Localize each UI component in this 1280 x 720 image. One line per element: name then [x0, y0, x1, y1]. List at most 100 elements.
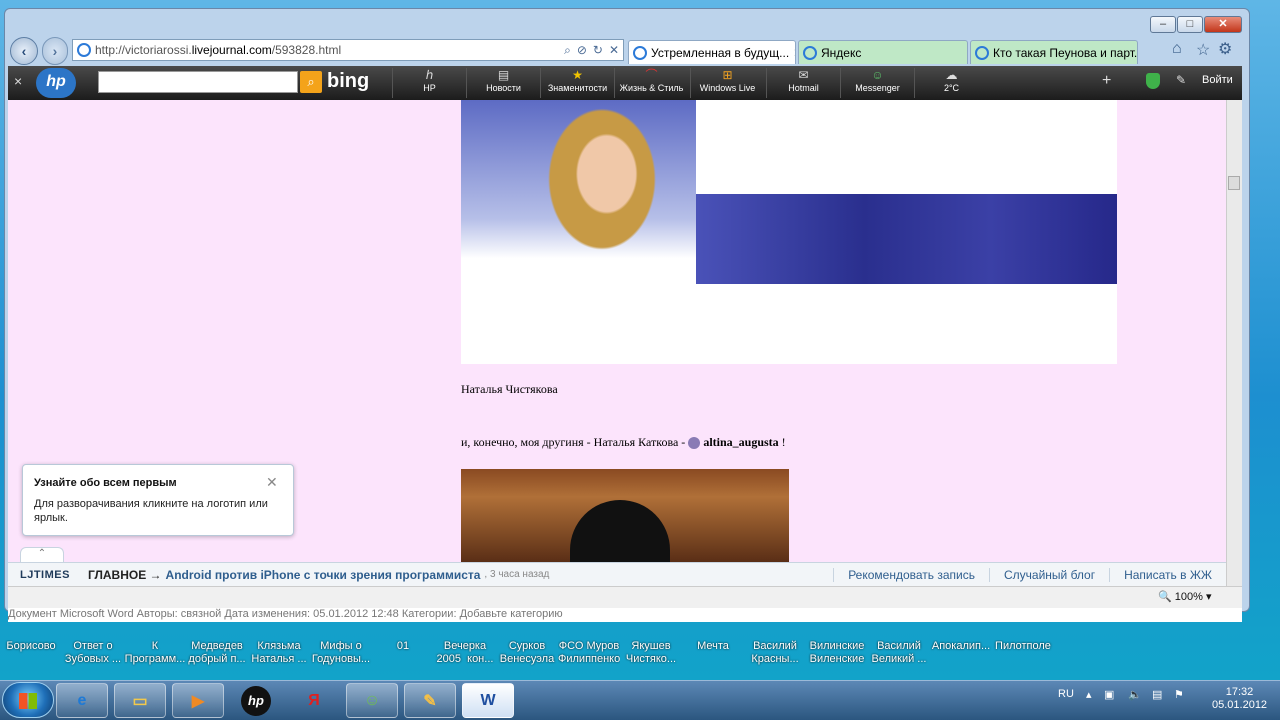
compat-view-icon[interactable]: ⊘	[577, 43, 587, 58]
tray-device-icon[interactable]: ▣	[1104, 688, 1114, 712]
taskbar-word-icon[interactable]: W	[462, 683, 514, 718]
ljtimes-logo[interactable]: LJTIMES	[20, 569, 70, 581]
status-bar	[8, 586, 1242, 608]
hp-icon: ℎ	[425, 68, 434, 82]
ie-tab-icon	[633, 45, 647, 60]
taskbar-hp-icon[interactable]: hp	[230, 683, 282, 718]
random-blog-link[interactable]: Случайный блог	[988, 567, 1109, 582]
clock-date: 05.01.2012	[1212, 699, 1268, 711]
toolbar-item-label: Жизнь & Стиль	[619, 83, 684, 93]
toolbar-item-label: Messenger	[855, 83, 900, 93]
user-link[interactable]: altina_augusta	[703, 435, 778, 450]
search-icon[interactable]: ⌕	[300, 71, 322, 93]
refresh-icon[interactable]: ↻	[593, 43, 603, 58]
desktop-icon[interactable]: ФСО Муров Филиппенко	[558, 640, 620, 672]
desktop-icon[interactable]: Мифы о Годуновы...	[310, 640, 372, 672]
login-button[interactable]: Войти	[1202, 74, 1233, 86]
popup-title: Узнайте обо всем первым	[34, 477, 177, 489]
stop-icon[interactable]: ✕	[609, 43, 619, 58]
toolbar-item-label: HP	[423, 83, 436, 93]
toolbar-item-weather[interactable]: ☁ 2°C	[914, 68, 988, 98]
taskbar-paint-icon[interactable]: ✎	[404, 683, 456, 718]
toolbar-item-windows-live[interactable]: ⊞ Windows Live	[690, 68, 764, 98]
language-indicator[interactable]: RU	[1058, 688, 1074, 712]
toolbar-item-hp[interactable]: ℎ HP	[392, 68, 466, 98]
back-button[interactable]: ‹	[10, 37, 38, 65]
desktop-icon[interactable]: Апокалип...	[930, 640, 992, 672]
maximize-button[interactable]: □	[1177, 16, 1203, 33]
toolbar-item-messenger[interactable]: ☺ Messenger	[840, 68, 914, 98]
taskbar-explorer-icon[interactable]: ▭	[114, 683, 166, 718]
favorites-star-icon[interactable]: ☆	[1196, 40, 1210, 60]
action-center-icon[interactable]: ⚑	[1174, 688, 1184, 712]
toolbar-item-hotmail[interactable]: ✉ Hotmail	[766, 68, 840, 98]
desktop-icon[interactable]: Ответ о Зубовых ...	[62, 640, 124, 672]
tab-yandex[interactable]: Яндекс	[798, 40, 968, 64]
desktop-icon[interactable]: Вилинские Виленские	[806, 640, 868, 672]
toolbar-item-news[interactable]: ▤ Новости	[466, 68, 540, 98]
desktop-icon[interactable]: К Программ...	[124, 640, 186, 672]
desktop-icon[interactable]: Якушев Чистяко...	[620, 640, 682, 672]
mail-icon: ✉	[798, 68, 809, 82]
desktop-icon[interactable]: Василий Великий ...	[868, 640, 930, 672]
volume-icon[interactable]: 🔈	[1128, 688, 1142, 712]
close-icon[interactable]: ✕	[266, 474, 278, 491]
hp-logo[interactable]: hp	[36, 68, 76, 98]
friend-line-text: и, конечно, моя другиня - Наталья Катков…	[461, 435, 686, 449]
behind-window-strip: Документ Microsoft Word Авторы: связной …	[8, 608, 1242, 622]
tab-peunova[interactable]: Кто такая Пеунова и парт...	[970, 40, 1138, 64]
home-icon[interactable]: ⌂	[1172, 40, 1182, 58]
news-icon: ▤	[497, 68, 510, 82]
ie-tab-icon	[803, 45, 817, 60]
write-lj-link[interactable]: Написать в ЖЖ	[1109, 567, 1226, 582]
popup-text: Для разворачивания кликните на логотип и…	[34, 498, 268, 524]
chevron-up-icon[interactable]: ⌃	[20, 547, 64, 563]
desktop-icon[interactable]: Медведев добрый п...	[186, 640, 248, 672]
start-button[interactable]	[2, 682, 54, 718]
desktop-icon[interactable]: Мечта	[682, 640, 744, 672]
zoom-level[interactable]: 🔍 100% ▾	[1158, 590, 1211, 603]
forward-button[interactable]: ›	[42, 37, 68, 65]
add-button[interactable]: +	[1102, 72, 1111, 90]
bing-logo: bing	[327, 70, 370, 92]
friend-line-end: !	[781, 435, 786, 449]
ljtimes-headline-link[interactable]: Android против iPhone с точки зрения про…	[166, 568, 481, 582]
address-bar[interactable]: http://victoriarossi. livejournal.com/593…	[72, 39, 624, 61]
network-icon[interactable]: ▤	[1152, 688, 1162, 712]
minimize-button[interactable]: –	[1150, 16, 1176, 33]
wrench-icon[interactable]: ✎	[1176, 73, 1186, 87]
toolbar-close-icon[interactable]: ×	[14, 73, 22, 89]
toolbar-item-lifestyle[interactable]: ⌒ Жизнь & Стиль	[614, 68, 688, 98]
desktop-icon[interactable]: Василий Красны...	[744, 640, 806, 672]
taskbar-media-icon[interactable]: ▶	[172, 683, 224, 718]
shield-icon[interactable]	[1146, 73, 1160, 89]
gear-icon[interactable]: ⚙	[1218, 39, 1232, 59]
desktop-icon[interactable]: Борисово	[0, 640, 62, 672]
search-icon[interactable]: ⌕	[564, 43, 571, 58]
scrollbar-thumb[interactable]	[1228, 176, 1240, 190]
toolbar-item-celebrities[interactable]: ★ Знаменитости	[540, 68, 614, 98]
tray-chevron-up-icon[interactable]: ▴	[1086, 688, 1092, 712]
desktop-icon[interactable]: 01	[372, 640, 434, 672]
taskbar-ie-icon[interactable]: e	[56, 683, 108, 718]
bing-search-input[interactable]	[98, 71, 298, 93]
tab-active[interactable]: Устремленная в будущ... ✕	[628, 40, 796, 64]
taskbar-messenger-icon[interactable]: ☺	[346, 683, 398, 718]
close-window-button[interactable]: ✕	[1204, 16, 1242, 33]
recommend-link[interactable]: Рекомендовать запись	[833, 567, 989, 582]
desktop-icon[interactable]: Сурков Венесуэла	[496, 640, 558, 672]
desktop-icon[interactable]: Клязьма Наталья ...	[248, 640, 310, 672]
clock[interactable]: 17:32 05.01.2012	[1212, 686, 1268, 711]
ie-page-icon	[77, 43, 91, 57]
desktop-icon[interactable]: Пилотполе	[992, 640, 1054, 672]
vertical-scrollbar[interactable]	[1226, 100, 1242, 586]
desktop-icon[interactable]: Вечерка 2005 кон...	[434, 640, 496, 672]
close-tab-icon[interactable]: ✕	[793, 46, 795, 60]
photo-caption: Наталья Чистякова	[461, 382, 558, 396]
url-suffix: /593828.html	[271, 43, 342, 57]
windows-icon: ⊞	[722, 68, 733, 82]
toolbar-item-label: Знаменитости	[547, 83, 608, 93]
banner-blue-stripe	[696, 194, 1117, 284]
user-icon[interactable]	[688, 436, 701, 449]
taskbar-yandex-icon[interactable]: Я	[288, 683, 340, 718]
